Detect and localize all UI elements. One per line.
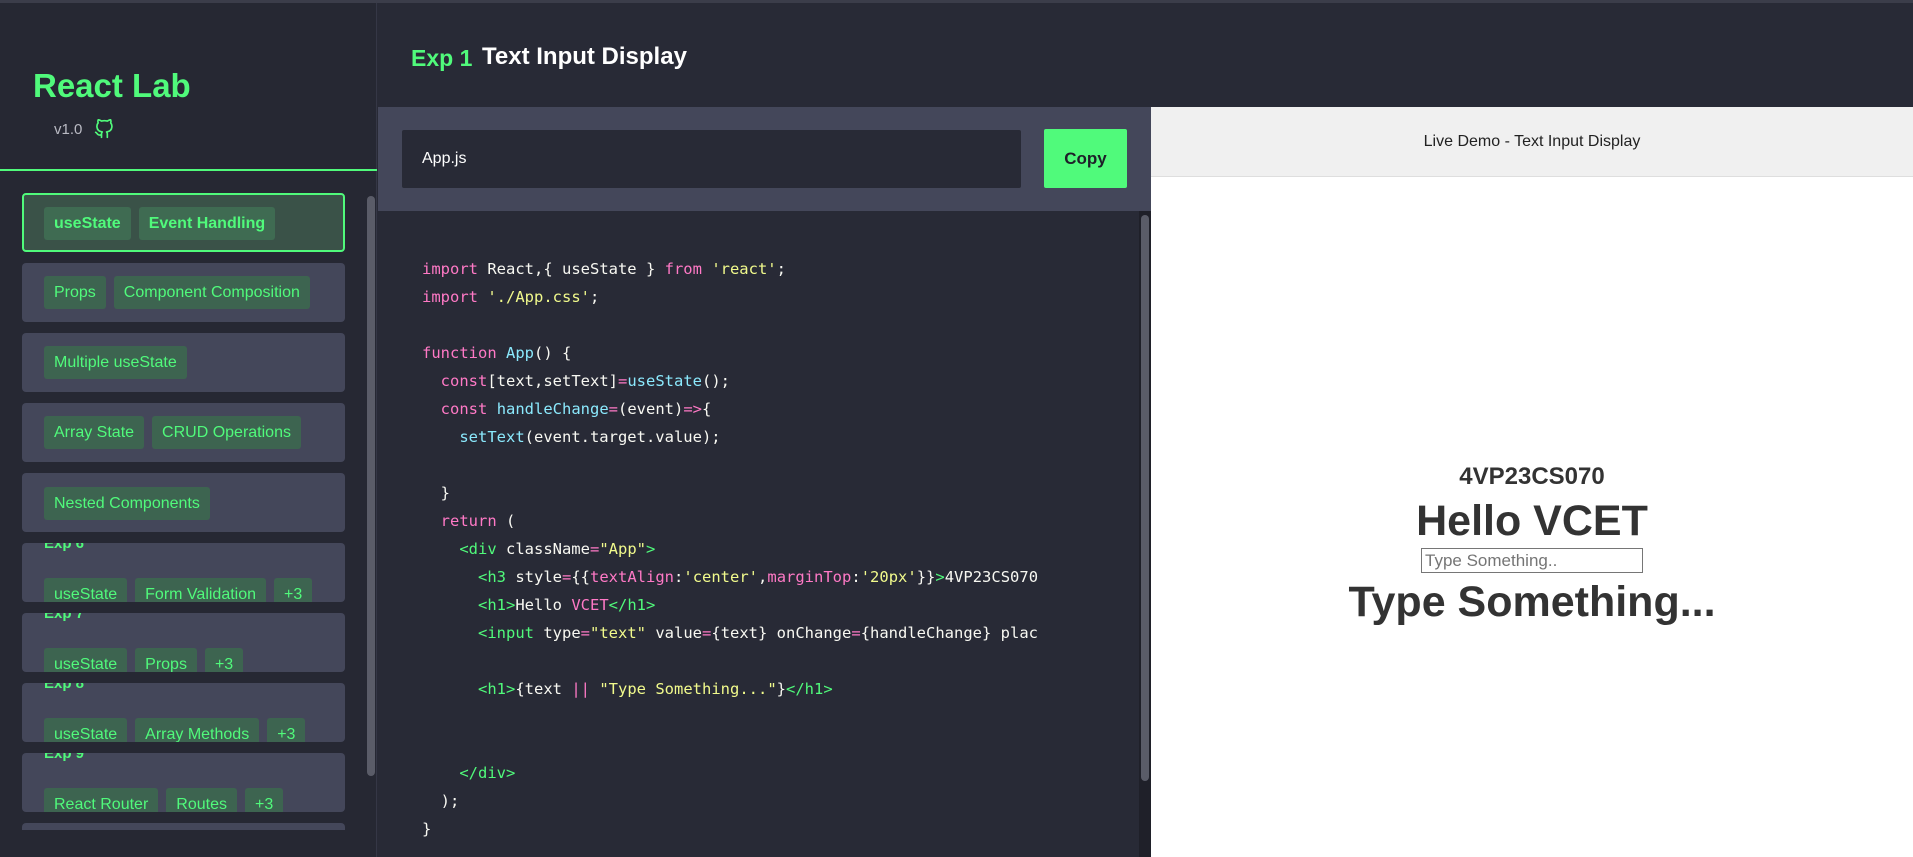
version-row: v1.0 [54,118,114,139]
brand-divider [0,169,377,171]
live-demo-content: 4VP23CS070 Hello VCET Type Something... [1151,462,1913,627]
experiment-tag: Multiple useState [44,346,187,379]
filename-field: App.js [402,130,1021,188]
experiment-card-9[interactable]: Exp 9 React Router Routes +3 [22,753,345,812]
version-label: v1.0 [54,120,83,138]
demo-id-heading: 4VP23CS070 [1459,463,1605,490]
experiment-tag: Array State [44,416,145,449]
experiment-tag: useState [44,648,128,672]
experiment-tag: +3 [244,788,284,812]
experiment-tag: useState [44,718,128,742]
sidebar-scrollbar[interactable] [367,196,375,776]
experiment-card-8[interactable]: Exp 8 useState Array Methods +3 [22,683,345,742]
demo-hello-heading: Hello VCET [1416,497,1648,545]
experiment-tag: Array Methods [135,718,260,742]
live-demo-panel: Live Demo - Text Input Display 4VP23CS07… [1151,107,1913,857]
demo-text-input[interactable] [1421,548,1643,573]
code-toolbar: App.js Copy [378,107,1151,211]
main-header: Exp 1 Text Input Display [378,3,1913,107]
experiment-tag: +3 [267,718,306,742]
experiment-tag: Form Validation [135,578,267,602]
experiment-tag: Props [135,648,197,672]
experiment-card-7[interactable]: Exp 7 useState Props +3 [22,613,345,672]
experiment-tag: +3 [204,648,244,672]
experiment-tag: React Router [44,788,159,812]
experiment-tag: Routes [166,788,237,812]
experiment-tag: CRUD Operations [152,416,301,449]
experiment-card-10[interactable] [22,823,345,830]
code-block: import React,{ useState } from 'react'; … [422,260,1039,838]
experiment-card-1[interactable]: useState Event Handling [22,193,345,252]
experiment-card-6[interactable]: Exp 6 useState Form Validation +3 [22,543,345,602]
live-demo-header: Live Demo - Text Input Display [1151,107,1913,177]
copy-button[interactable]: Copy [1044,129,1127,188]
code-viewer[interactable]: import React,{ useState } from 'react'; … [378,211,1143,857]
brand-title: React Lab [33,67,191,104]
experiment-tag: useState [44,207,131,240]
experiment-card-2[interactable]: Props Component Composition [22,263,345,322]
experiment-tag: Nested Components [44,487,210,520]
experiment-number: Exp 1 [411,45,473,71]
experiment-tag: +3 [274,578,313,602]
demo-output-heading: Type Something... [1348,578,1716,626]
github-icon[interactable] [94,118,114,139]
experiment-card-4[interactable]: Array State CRUD Operations [22,403,345,462]
experiment-card-5[interactable]: Nested Components [22,473,345,532]
experiment-card-3[interactable]: Multiple useState [22,333,345,392]
experiment-tag: useState [44,578,128,602]
experiment-label: Exp 9 [44,753,85,762]
experiment-label: Exp 6 [44,543,85,552]
code-scrollbar[interactable] [1141,215,1149,781]
experiment-label: Exp 8 [44,683,85,692]
page-title: Text Input Display [482,43,687,70]
code-panel: App.js Copy import React,{ useState } fr… [378,107,1151,857]
experiment-tag: Component Composition [113,276,310,309]
experiment-tag: Props [44,276,106,309]
experiment-label: Exp 7 [44,613,85,622]
experiment-tag: Event Handling [138,207,276,240]
experiment-list: useState Event Handling Props Component … [0,190,377,830]
